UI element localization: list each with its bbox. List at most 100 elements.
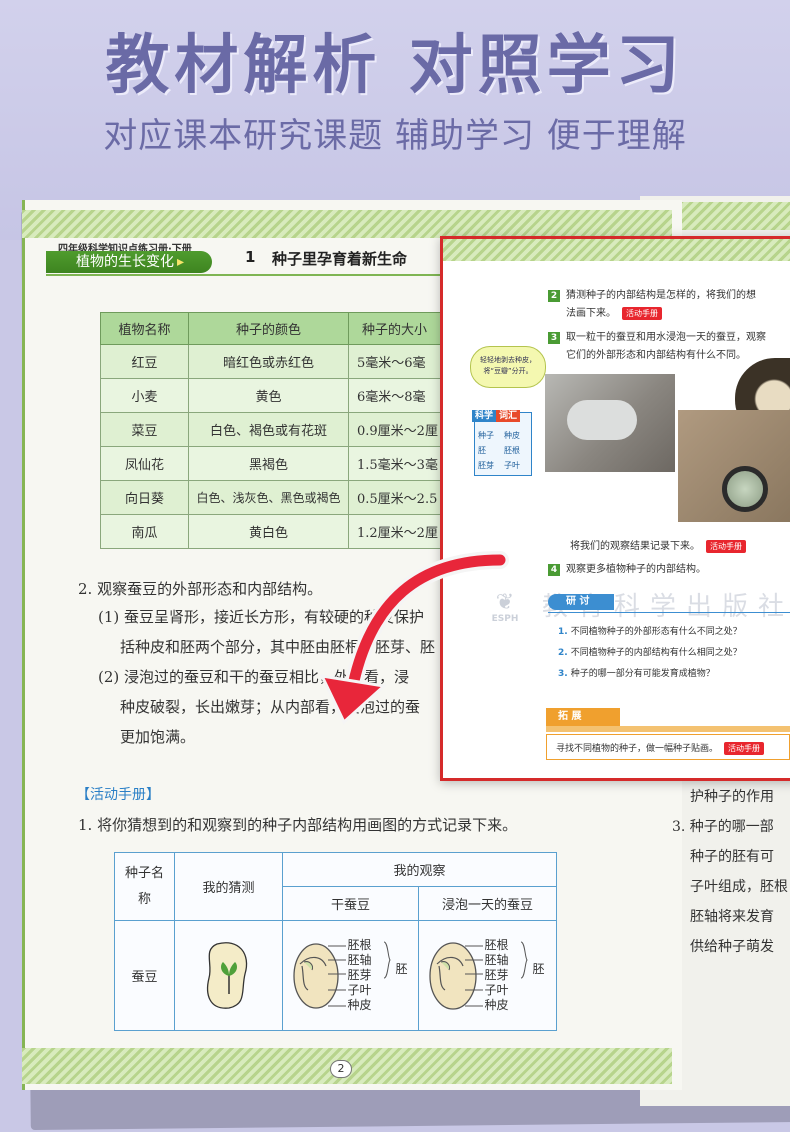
soaked-bean-diagram: 胚根 胚轴 胚芽 子叶 种皮 胚 — [418, 920, 557, 1031]
step-2: 2 猜测种子的内部结构是怎样的，将我们的想 — [548, 286, 756, 302]
table-cell: 南瓜 — [100, 514, 189, 549]
research-label: 研 讨 — [548, 594, 614, 610]
table-cell: 白色、褐色或有花斑 — [188, 412, 349, 447]
part-label: 胚芽 — [484, 967, 509, 982]
soaked-bean-labels: 胚根 胚轴 胚芽 子叶 种皮 — [485, 938, 509, 1013]
part-label: 胚轴 — [347, 952, 372, 967]
step-3: 3 取一粒干的蚕豆和用水浸泡一天的蚕豆，观察 — [548, 328, 766, 344]
guess-drawing — [174, 920, 283, 1031]
table-cell: 暗红色或赤红色 — [188, 344, 349, 379]
banner-headline: 教材解析 对照学习 — [105, 29, 685, 103]
table-row: 凤仙花 黑褐色 1.5毫米～3毫 — [100, 446, 441, 481]
part-label: 子叶 — [484, 982, 509, 997]
obs-col-seed: 种子名称 — [114, 852, 175, 921]
vocab-label-a: 科学 — [472, 410, 497, 422]
step-text: 观察更多植物种子的内部结构。 — [566, 564, 706, 575]
obs-col-guess: 我的猜测 — [174, 852, 283, 921]
step-4: 4 观察更多植物种子的内部结构。 — [548, 560, 706, 576]
part-label: 胚根 — [484, 937, 509, 952]
vocab-word: 子叶 — [504, 461, 520, 470]
table-cell: 白色、浅灰色、黑色或褐色 — [188, 480, 349, 515]
research-question-text: 不同植物种子的内部结构有什么相同之处？ — [570, 648, 742, 658]
right-page-line: 供给种子萌发 — [690, 939, 774, 955]
extend-label: 拓 展 — [546, 708, 620, 726]
obs-row-name: 蚕豆 — [114, 920, 175, 1031]
research-question-text: 种子的哪一部分有可能发育成植物？ — [570, 669, 715, 679]
answer-2-line-2: 种皮破裂，长出嫩芽；从内部看，浸泡过的蚕 — [120, 698, 421, 716]
table-cell: 黑褐色 — [188, 446, 349, 481]
step-text: 取一粒干的蚕豆和用水浸泡一天的蚕豆，观察 — [566, 332, 766, 343]
chapter-arrow-icon: ▸ — [177, 254, 185, 270]
table-cell: 黄色 — [188, 378, 349, 413]
answer-2-line-3: 更加饱满。 — [120, 728, 196, 746]
table-cell: 小麦 — [100, 378, 189, 413]
seed-table-header: 植物名称 种子的颜色 种子的大小 — [100, 312, 441, 345]
tip-bubble: 轻轻地剥去种皮，将“豆瓣”分开。 — [470, 346, 546, 388]
table-row: 向日葵 白色、浅灰色、黑色或褐色 0.5厘米～2.5 — [100, 480, 441, 515]
right-page-line: 子叶组成，胚根 — [690, 879, 788, 895]
table-row: 红豆 暗红色或赤红色 5毫米～6毫 — [100, 344, 441, 379]
vocab-word: 胚根 — [504, 446, 520, 455]
step-number: 4 — [548, 564, 560, 576]
step-number: 3 — [548, 332, 560, 344]
lesson-title: 种子里孕育着新生命 — [272, 250, 408, 268]
header-rule — [46, 274, 446, 276]
magnifier-icon — [722, 466, 768, 512]
activity-heading: 【活动手册】 — [76, 787, 160, 803]
table-cell: 1.2厘米～2厘 — [348, 514, 441, 549]
answer-1-line-2: 括种皮和胚两个部分，其中胚由胚根、胚芽、胚 — [120, 638, 436, 656]
part-label: 胚轴 — [484, 952, 509, 967]
table-cell: 菜豆 — [100, 412, 189, 447]
banner-subline: 对应课本研究课题 辅助学习 便于理解 — [103, 116, 687, 156]
research-rule — [548, 612, 790, 613]
table-row: 菜豆 白色、褐色或有花斑 0.9厘米～2厘 — [100, 412, 441, 447]
step-2-line-2: 法画下来。 活动手册 — [566, 304, 662, 320]
step-text: 猜测种子的内部结构是怎样的，将我们的想 — [566, 290, 756, 301]
dry-bean-labels: 胚根 胚轴 胚芽 子叶 种皮 — [348, 938, 372, 1013]
vocab-word: 胚 — [478, 446, 486, 455]
step-3-line-2: 它们的外部形态和内部结构有什么不同。 — [566, 350, 746, 361]
vocab-word: 胚芽 — [478, 461, 494, 470]
table-cell: 0.9厘米～2厘 — [348, 412, 441, 447]
handbook-badge: 活动手册 — [706, 540, 746, 553]
answer-2-line-1: (2) 浸泡过的蚕豆和干的蚕豆相比，外部看，浸 — [98, 668, 410, 686]
part-label: 子叶 — [347, 982, 372, 997]
card-stripe — [443, 239, 790, 261]
dry-bean-diagram: 胚根 胚轴 胚芽 子叶 种皮 胚 — [282, 920, 419, 1031]
part-label: 种皮 — [484, 997, 509, 1012]
seed-col-name: 植物名称 — [100, 312, 189, 345]
vocab-words: 种子 种皮 胚 胚根 胚芽 子叶 — [478, 430, 530, 471]
table-row: 小麦 黄色 6毫米～8毫 — [100, 378, 441, 413]
table-cell: 向日葵 — [100, 480, 189, 515]
handbook-badge: 活动手册 — [622, 307, 662, 320]
publisher-logo-text: ESPH — [491, 614, 519, 624]
vocab-label-b: 词汇 — [496, 410, 521, 422]
table-cell: 红豆 — [100, 344, 189, 379]
extend-line: 寻找不同植物的种子，做一幅种子贴画。 活动手册 — [556, 741, 765, 755]
embryo-label: 胚 — [532, 961, 545, 976]
table-cell: 6毫米～8毫 — [348, 378, 441, 413]
top-stripe — [22, 210, 672, 238]
record-line: 将我们的观察结果记录下来。 活动手册 — [570, 537, 746, 553]
research-question: 3. 种子的哪一部分有可能发育成植物？ — [558, 669, 715, 679]
seed-table: 植物名称 种子的颜色 种子的大小 红豆 暗红色或赤红色 5毫米～6毫 小麦 黄色… — [100, 312, 441, 549]
part-label: 胚根 — [347, 937, 372, 952]
step-text: 法画下来。 — [566, 308, 616, 319]
leaf-icon: ❦ — [495, 590, 515, 615]
bean-sprout-sketch-icon — [206, 941, 247, 1009]
extend-bar — [546, 726, 790, 732]
right-page-line: 胚轴将来发育 — [690, 909, 774, 925]
table-cell: 5毫米～6毫 — [348, 344, 441, 379]
obs-col-dry: 干蚕豆 — [282, 886, 419, 921]
right-page-line: 3. 种子的哪一部 — [672, 819, 774, 835]
observation-table: 种子名称 我的猜测 我的观察 干蚕豆 浸泡一天的蚕豆 蚕豆 胚根 胚轴 胚芽 子… — [114, 852, 557, 1031]
research-question: 1. 不同植物种子的外部形态有什么不同之处？ — [558, 627, 742, 637]
vocab-word: 种皮 — [504, 431, 520, 440]
obs-col-observe: 我的观察 — [282, 852, 557, 887]
obs-col-soaked: 浸泡一天的蚕豆 — [418, 886, 557, 921]
answer-1-line-1: (1) 蚕豆呈肾形，接近长方形，有较硬的种皮保护 — [98, 608, 425, 626]
page-number: 2 — [330, 1060, 352, 1078]
vocab-header: 科学 词汇 — [472, 408, 521, 422]
chapter-title: 植物的生长变化 — [76, 254, 174, 270]
vocab-word: 种子 — [478, 431, 494, 440]
